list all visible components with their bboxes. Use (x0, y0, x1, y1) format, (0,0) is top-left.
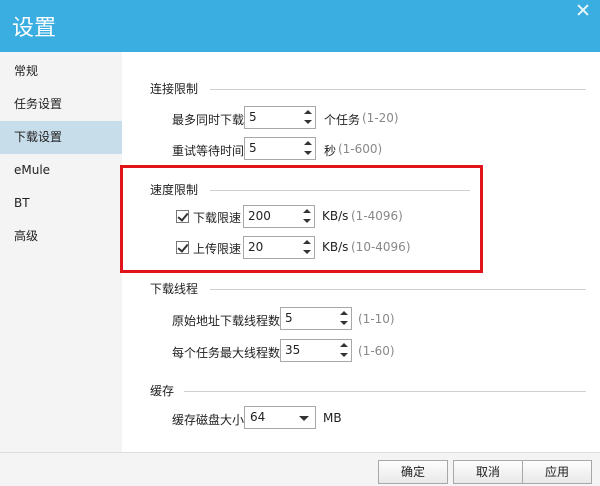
sidebar-item-advanced[interactable]: 高级 (0, 220, 122, 253)
apply-button[interactable]: 应用 (522, 460, 592, 484)
increment-icon[interactable] (304, 141, 312, 145)
cache-size-unit: MB (323, 411, 342, 425)
window-title: 设置 (12, 16, 57, 41)
sidebar-item-general[interactable]: 常规 (0, 55, 122, 88)
per-task-threads-value: 35 (285, 343, 301, 357)
speed-limit-highlight-box (120, 165, 483, 273)
title-bar: 设置 (0, 0, 600, 52)
retry-wait-unit: 秒 (324, 144, 337, 158)
max-downloads-value: 5 (249, 110, 257, 124)
max-downloads-hint: (1-20) (362, 111, 399, 125)
chevron-down-icon (299, 416, 309, 421)
threads-section-title: 下载线程 (150, 282, 199, 296)
retry-wait-value: 5 (249, 141, 257, 155)
connection-section-title: 连接限制 (150, 82, 199, 96)
increment-icon[interactable] (340, 311, 348, 315)
max-downloads-stepper[interactable]: 5 (244, 106, 316, 129)
origin-threads-label: 原始地址下载线程数 (172, 314, 281, 328)
cache-section-title: 缓存 (150, 384, 175, 398)
retry-wait-hint: (1-600) (338, 142, 383, 156)
origin-threads-value: 5 (285, 311, 293, 325)
retry-wait-label: 重试等待时间 (172, 144, 245, 158)
retry-wait-stepper[interactable]: 5 (244, 137, 316, 160)
dialog-footer: 确定 取消 应用 (0, 452, 600, 486)
sidebar-item-bt[interactable]: BT (0, 187, 122, 220)
cancel-button[interactable]: 取消 (453, 460, 523, 484)
section-divider (184, 391, 586, 392)
decrement-icon[interactable] (340, 321, 348, 325)
origin-threads-stepper[interactable]: 5 (280, 307, 352, 330)
per-task-threads-hint: (1-60) (358, 344, 395, 358)
per-task-threads-label: 每个任务最大线程数 (172, 346, 281, 360)
sidebar-item-download-settings[interactable]: 下载设置 (0, 121, 122, 154)
per-task-threads-stepper[interactable]: 35 (280, 339, 352, 362)
decrement-icon[interactable] (304, 120, 312, 124)
section-divider (210, 289, 586, 290)
section-divider (210, 89, 586, 90)
max-downloads-label: 最多同时下载 (172, 113, 245, 127)
sidebar: 常规 任务设置 下载设置 eMule BT 高级 (0, 52, 122, 452)
origin-threads-hint: (1-10) (358, 312, 395, 326)
cache-size-select[interactable]: 64 (244, 406, 316, 429)
sidebar-item-emule[interactable]: eMule (0, 154, 122, 187)
decrement-icon[interactable] (340, 353, 348, 357)
max-downloads-unit: 个任务 (324, 113, 361, 127)
increment-icon[interactable] (304, 110, 312, 114)
cache-size-value: 64 (250, 410, 266, 424)
sidebar-item-task-settings[interactable]: 任务设置 (0, 88, 122, 121)
close-icon[interactable] (576, 3, 590, 17)
ok-button[interactable]: 确定 (378, 460, 448, 484)
decrement-icon[interactable] (304, 151, 312, 155)
cache-size-label: 缓存磁盘大小 (172, 413, 245, 427)
increment-icon[interactable] (340, 343, 348, 347)
